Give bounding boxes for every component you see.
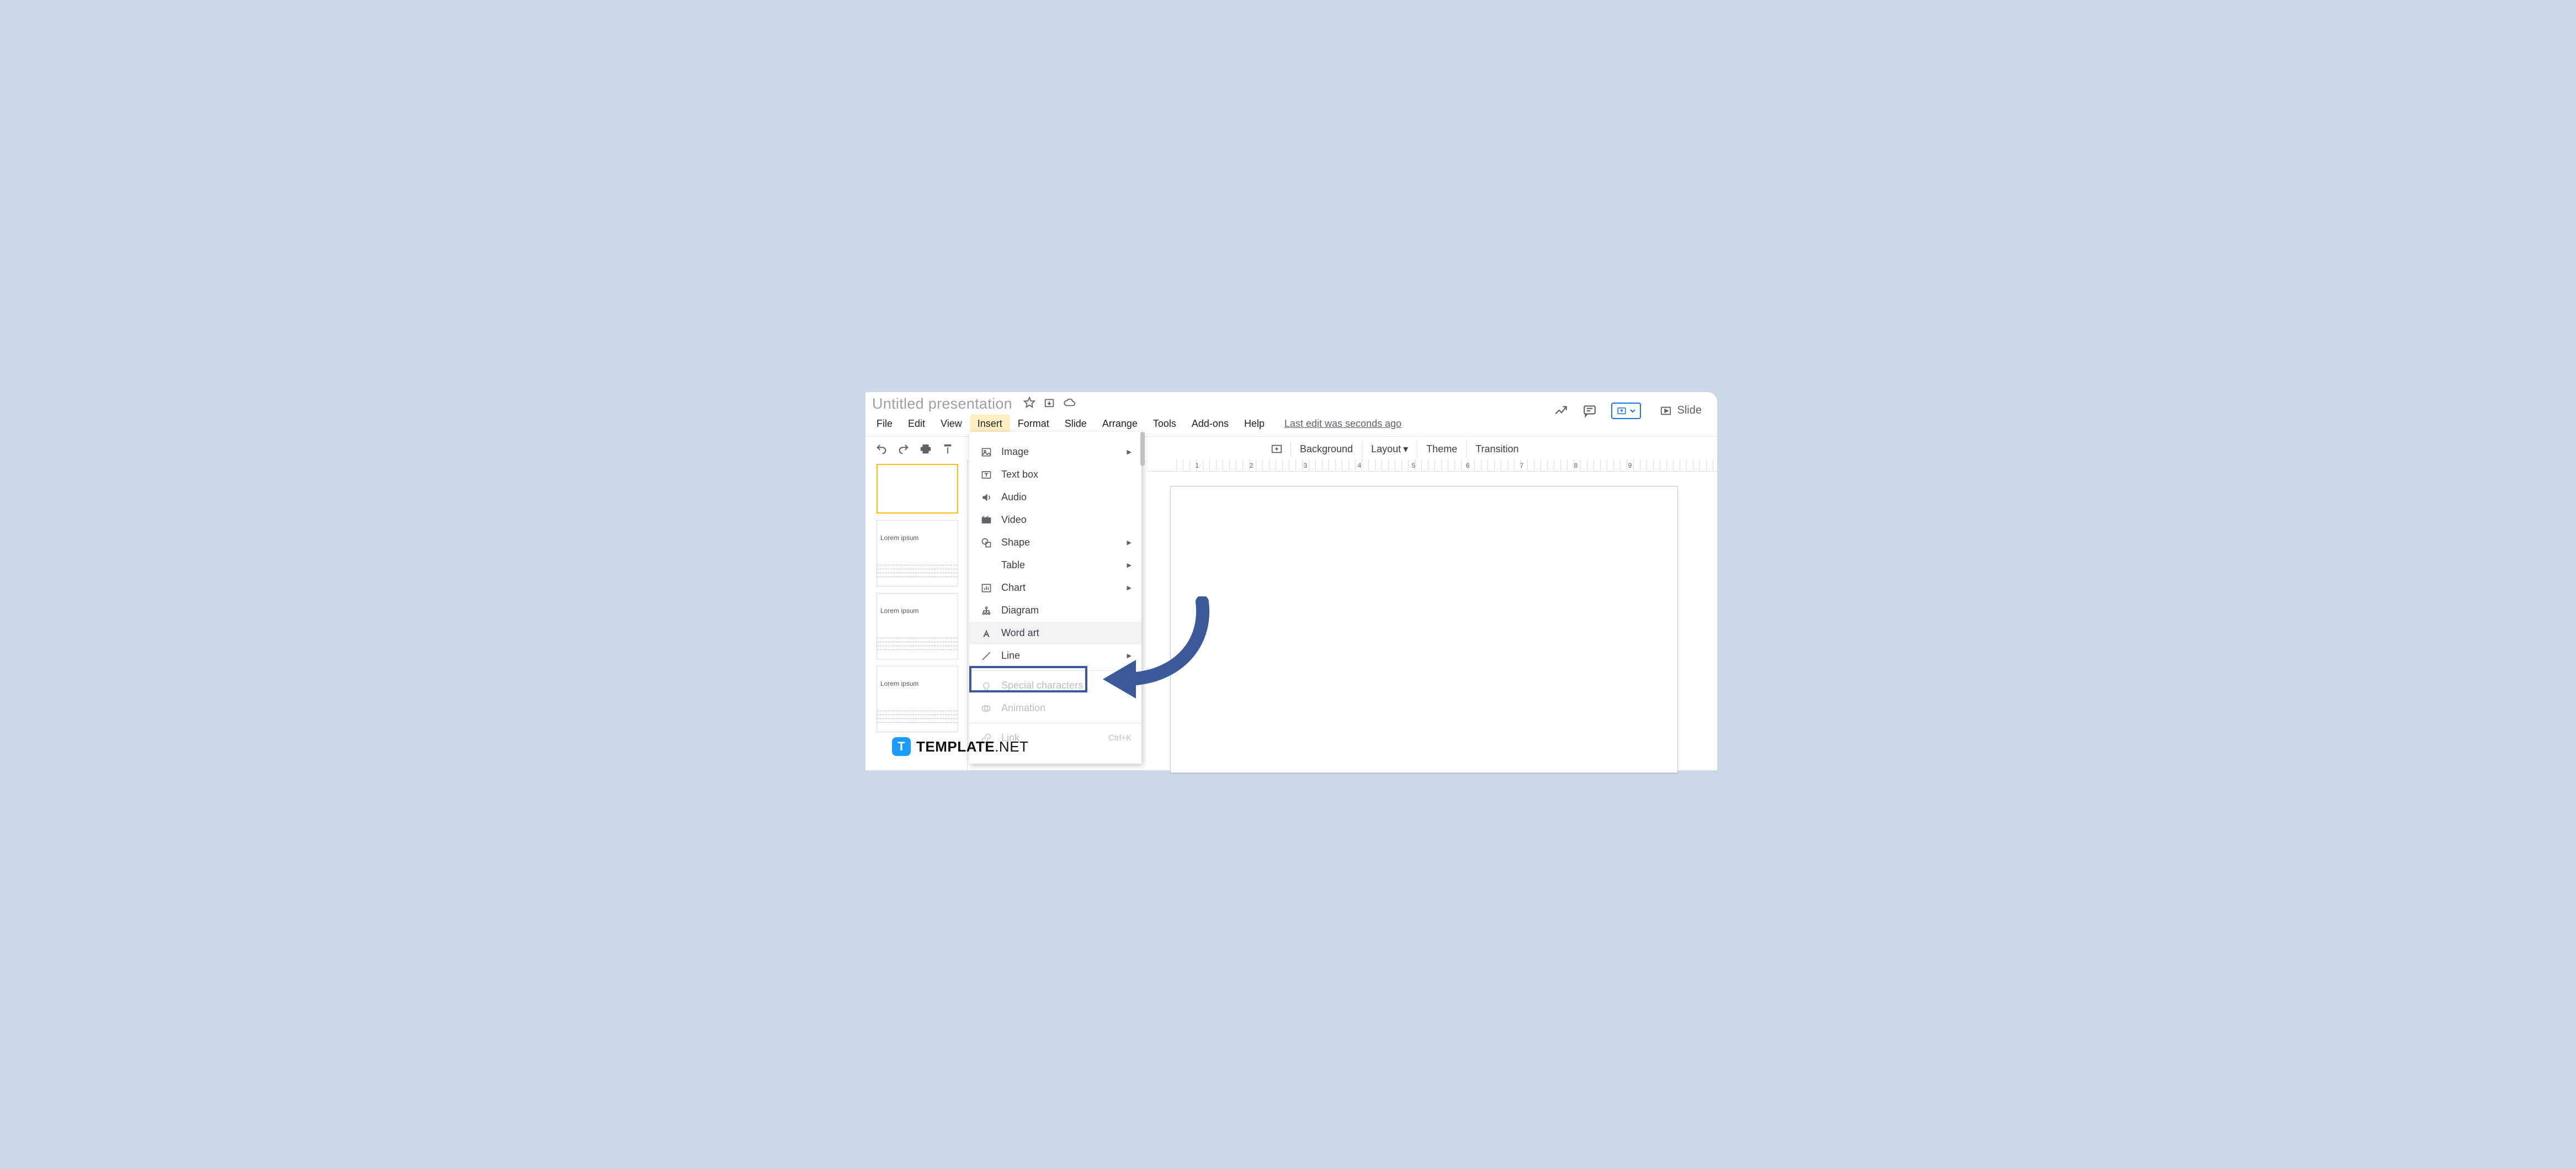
print-icon[interactable] [920, 443, 932, 455]
insert-textbox[interactable]: Text box [969, 463, 1141, 486]
menu-view[interactable]: View [933, 415, 970, 433]
ruler-num: 8 [1549, 459, 1603, 472]
slide-thumb-2[interactable]: Lorem ipsum [877, 520, 958, 586]
dd-label: Animation [1001, 702, 1045, 714]
submenu-arrow-icon: ▶ [1127, 448, 1132, 456]
transition-button[interactable]: Transition [1467, 440, 1527, 458]
thumb-label: Lorem ipsum [880, 534, 918, 542]
present-button[interactable] [1611, 403, 1641, 419]
canvas-area: 1 2 3 4 5 6 7 8 9 [1147, 459, 1717, 770]
audio-icon [979, 492, 994, 503]
insert-special-characters: Special characters [969, 674, 1141, 697]
special-characters-icon [979, 680, 994, 691]
dd-label: Table [1001, 559, 1025, 571]
ruler-num: 7 [1495, 459, 1549, 472]
insert-line[interactable]: Line ▶ [969, 644, 1141, 667]
last-edit-link[interactable]: Last edit was seconds ago [1284, 418, 1401, 430]
submenu-arrow-icon: ▶ [1127, 584, 1132, 591]
line-icon [979, 650, 994, 662]
insert-wordart[interactable]: Word art [969, 622, 1141, 644]
watermark: T TEMPLATE.NET [892, 737, 1028, 756]
slide-canvas[interactable] [1170, 486, 1678, 773]
slide-thumbnails: Lorem ipsum Lorem ipsum Lorem ipsum [865, 459, 968, 770]
diagram-icon [979, 605, 994, 616]
insert-dropdown: Image ▶ Text box Audio Video Shape ▶ Table… [969, 432, 1141, 764]
insert-animation: Animation [969, 697, 1141, 720]
textbox-icon [979, 469, 994, 480]
chart-icon [979, 583, 994, 594]
dd-label: Special characters [1001, 680, 1083, 691]
slideshow-button[interactable]: Slide [1655, 402, 1706, 419]
slide-thumb-1[interactable] [877, 464, 958, 514]
dd-label: Chart [1001, 582, 1026, 594]
thumb-label: Lorem ipsum [880, 680, 918, 687]
insert-shape[interactable]: Shape ▶ [969, 531, 1141, 554]
menu-format[interactable]: Format [1010, 415, 1057, 433]
redo-icon[interactable] [897, 443, 910, 455]
menu-edit[interactable]: Edit [900, 415, 933, 433]
background-button[interactable]: Background [1291, 440, 1362, 458]
layout-button[interactable]: Layout▾ [1362, 440, 1417, 458]
ruler-num: 2 [1224, 459, 1278, 472]
slideshow-label: Slide [1677, 404, 1702, 417]
ruler-num: 3 [1278, 459, 1332, 472]
dd-label: Image [1001, 446, 1029, 458]
move-icon[interactable] [1043, 396, 1055, 411]
ruler-num: 9 [1603, 459, 1657, 472]
ruler-num: 4 [1332, 459, 1387, 472]
layout-label: Layout [1371, 443, 1401, 455]
menu-slide[interactable]: Slide [1057, 415, 1095, 433]
menu-tools[interactable]: Tools [1145, 415, 1184, 433]
undo-icon[interactable] [875, 443, 888, 455]
shape-icon [979, 537, 994, 548]
ruler-num: 6 [1441, 459, 1495, 472]
header-right-actions: Slide [1554, 402, 1717, 419]
comments-icon[interactable] [1582, 404, 1597, 418]
new-slide-icon[interactable] [1263, 443, 1290, 455]
submenu-arrow-icon: ▶ [1127, 539, 1132, 546]
dd-label: Word art [1001, 627, 1039, 639]
menu-insert[interactable]: Insert [970, 415, 1010, 433]
dd-label: Shape [1001, 537, 1030, 548]
slide-thumb-3[interactable]: Lorem ipsum [877, 593, 958, 659]
menu-file[interactable]: File [869, 415, 900, 433]
video-icon [979, 515, 994, 526]
insert-diagram[interactable]: Diagram [969, 599, 1141, 622]
ruler-num: 5 [1387, 459, 1441, 472]
watermark-badge: T [892, 737, 911, 756]
insert-image[interactable]: Image ▶ [969, 441, 1141, 463]
theme-button[interactable]: Theme [1417, 440, 1467, 458]
slide-thumb-4[interactable]: Lorem ipsum [877, 666, 958, 732]
animation-icon [979, 703, 994, 714]
cloud-icon[interactable] [1063, 396, 1076, 411]
thumb-label: Lorem ipsum [880, 607, 918, 615]
menu-help[interactable]: Help [1236, 415, 1272, 433]
menu-addons[interactable]: Add-ons [1184, 415, 1236, 433]
insert-table[interactable]: Table ▶ [969, 554, 1141, 576]
submenu-arrow-icon: ▶ [1127, 652, 1132, 659]
dd-label: Line [1001, 650, 1020, 662]
dd-label: Diagram [1001, 605, 1039, 616]
ruler-num: 1 [1170, 459, 1224, 472]
dd-label: Video [1001, 514, 1027, 526]
image-icon [979, 447, 994, 458]
insert-audio[interactable]: Audio [969, 486, 1141, 509]
insert-video[interactable]: Video [969, 509, 1141, 531]
horizontal-ruler: 1 2 3 4 5 6 7 8 9 [1147, 459, 1717, 472]
document-title[interactable]: Untitled presentation [872, 395, 1012, 412]
star-icon[interactable] [1023, 396, 1035, 411]
paint-format-icon[interactable] [942, 443, 954, 455]
app-window: Untitled presentation File Edit View Ins… [865, 392, 1717, 770]
activity-icon[interactable] [1554, 404, 1568, 418]
dd-label: Audio [1001, 491, 1027, 503]
menu-separator [969, 670, 1141, 671]
menu-arrange[interactable]: Arrange [1095, 415, 1145, 433]
chevron-down-icon: ▾ [1403, 443, 1408, 455]
submenu-arrow-icon: ▶ [1127, 562, 1132, 569]
watermark-text: TEMPLATE.NET [916, 738, 1028, 755]
wordart-icon [979, 628, 994, 639]
dd-label: Text box [1001, 469, 1038, 480]
shortcut-label: Ctrl+K [1108, 733, 1132, 743]
insert-chart[interactable]: Chart ▶ [969, 576, 1141, 599]
